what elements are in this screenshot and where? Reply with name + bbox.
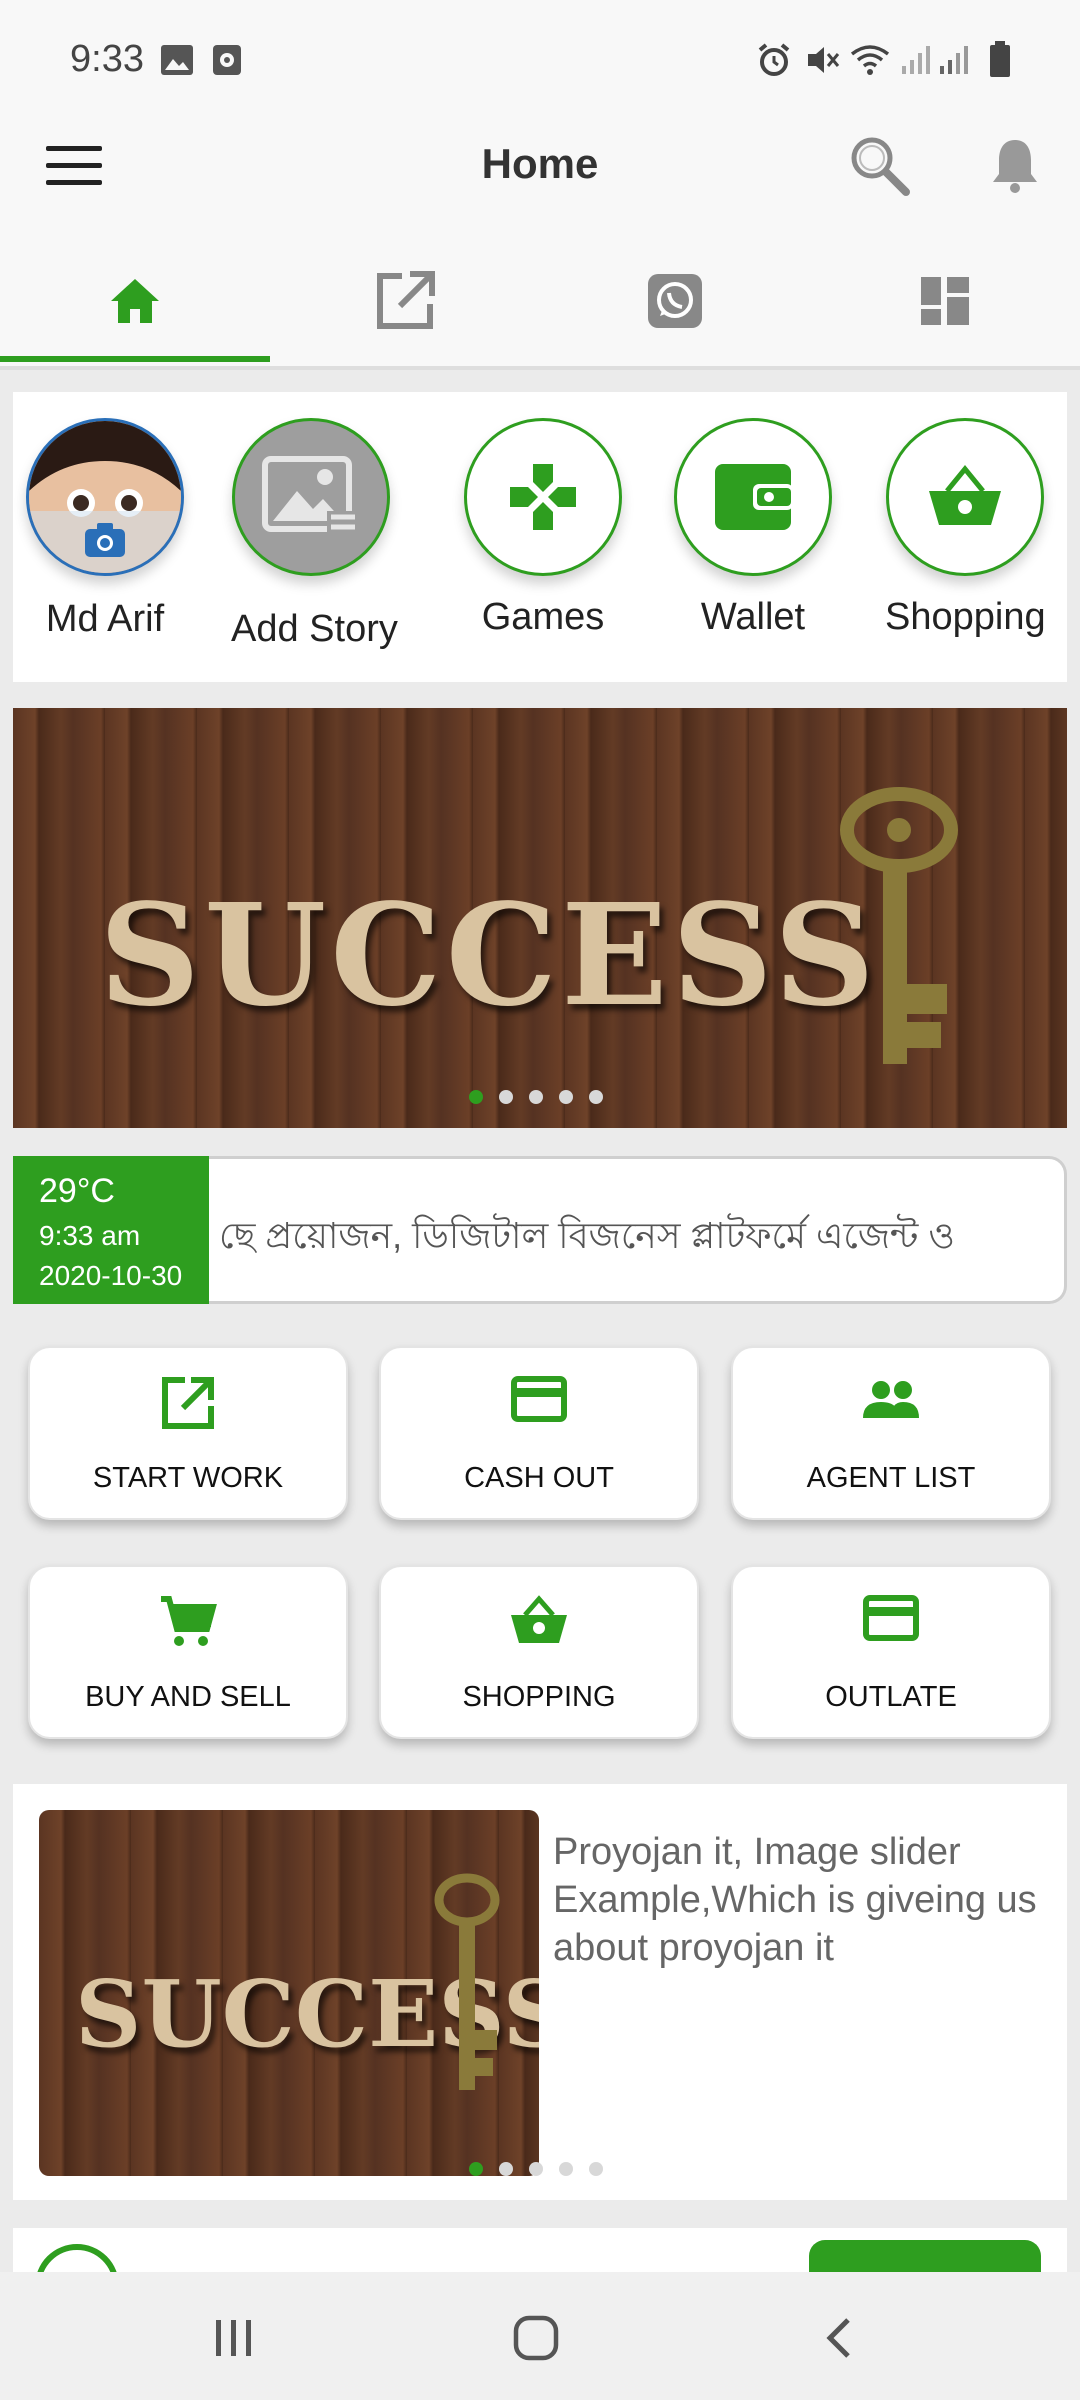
- system-nav-bar: [0, 2272, 1080, 2400]
- slider-dot[interactable]: [529, 1090, 543, 1104]
- action-label: BUY AND SELL: [85, 1681, 291, 1713]
- tab-home[interactable]: [0, 236, 270, 366]
- back-icon[interactable]: [824, 2316, 854, 2360]
- agent-list-button[interactable]: AGENT LIST: [731, 1346, 1051, 1520]
- slider-dot[interactable]: [559, 1090, 573, 1104]
- story-profile[interactable]: Md Arif: [25, 418, 185, 641]
- credit-card-icon: [863, 1595, 919, 1641]
- story-add[interactable]: Add Story: [231, 418, 398, 651]
- weather-box: 29°C 9:33 am 2020-10-30: [13, 1156, 209, 1304]
- search-icon[interactable]: [846, 132, 912, 198]
- story-label: Md Arif: [45, 598, 165, 640]
- open-in-new-icon: [377, 271, 435, 329]
- news-ticker[interactable]: ছে প্রয়োজন, ডিজিটাল বিজনেস প্লাটফর্মে এ…: [209, 1156, 1067, 1304]
- stories-card: Md Arif Add Story Games Wallet Shopping: [13, 392, 1067, 682]
- camera-icon[interactable]: [83, 521, 127, 559]
- cash-out-button[interactable]: CASH OUT: [379, 1346, 699, 1520]
- action-label: CASH OUT: [464, 1462, 614, 1494]
- dashboard-icon: [921, 277, 969, 325]
- image-slider[interactable]: SUCCESS: [13, 708, 1067, 1128]
- story-games[interactable]: Games: [463, 418, 623, 639]
- slider-dot[interactable]: [499, 1090, 513, 1104]
- basket-icon: [929, 465, 1001, 525]
- tab-whatsapp[interactable]: [540, 236, 810, 366]
- outlate-button[interactable]: OUTLATE: [731, 1565, 1051, 1739]
- signal-icon-2: [940, 46, 968, 74]
- key-image: [434, 1873, 500, 2090]
- credit-card-icon: [511, 1376, 567, 1422]
- weather-bar: 29°C 9:33 am 2020-10-30 ছে প্রয়োজন, ডিজ…: [13, 1156, 1067, 1304]
- tab-dashboard[interactable]: [810, 236, 1080, 366]
- basket-icon: [511, 1595, 567, 1643]
- key-image: [840, 787, 958, 1064]
- image-icon: [262, 456, 357, 533]
- battery-icon: [990, 41, 1010, 77]
- current-date: 2020-10-30: [39, 1260, 183, 1291]
- story-label: Games: [481, 596, 605, 638]
- slider-dot[interactable]: [469, 2162, 483, 2176]
- news-slider-card[interactable]: SUCCESS Proyojan it, Image slider Exampl…: [13, 1784, 1067, 2200]
- buy-and-sell-button[interactable]: BUY AND SELL: [28, 1565, 348, 1739]
- start-work-button[interactable]: START WORK: [28, 1346, 348, 1520]
- screen-recorder-icon: [213, 45, 241, 75]
- action-label: AGENT LIST: [806, 1462, 976, 1494]
- slider-dot[interactable]: [529, 2162, 543, 2176]
- status-bar: 9:33: [0, 0, 1080, 126]
- banner-text: SUCCESS: [99, 874, 879, 1038]
- slider-dot[interactable]: [589, 2162, 603, 2176]
- story-label: Wallet: [700, 596, 806, 638]
- story-label: Shopping: [885, 596, 1046, 638]
- tab-bar: [0, 236, 1080, 370]
- news-image: SUCCESS: [39, 1810, 539, 2176]
- status-time: 9:33: [70, 38, 144, 80]
- wifi-icon: [850, 45, 890, 75]
- home-nav-icon[interactable]: [512, 2314, 560, 2362]
- whatsapp-icon: [648, 274, 702, 328]
- page-title: Home: [481, 140, 599, 187]
- wallet-icon: [715, 464, 793, 530]
- slider-dot[interactable]: [589, 1090, 603, 1104]
- slider-dots: [469, 2162, 603, 2176]
- mute-icon: [808, 47, 840, 73]
- news-description: Proyojan it, Image slider Example,Which …: [553, 1831, 1037, 1969]
- cart-icon: [161, 1596, 217, 1646]
- gallery-notification-icon: [161, 45, 193, 75]
- slider-dot[interactable]: [469, 1090, 483, 1104]
- notification-bell-icon[interactable]: [990, 136, 1040, 194]
- home-icon: [111, 279, 159, 323]
- shopping-button[interactable]: SHOPPING: [379, 1565, 699, 1739]
- current-time: 9:33 am: [39, 1220, 141, 1251]
- action-label: SHOPPING: [462, 1681, 616, 1713]
- slider-dot[interactable]: [559, 2162, 573, 2176]
- signal-icon-1: [902, 46, 930, 74]
- active-tab-indicator: [0, 356, 270, 362]
- story-shopping[interactable]: Shopping: [885, 418, 1046, 639]
- tab-share[interactable]: [270, 236, 540, 366]
- slider-dots: [469, 1090, 603, 1104]
- action-label: OUTLATE: [825, 1681, 957, 1713]
- avatar: [26, 418, 184, 576]
- gamepad-icon: [510, 464, 576, 530]
- open-in-new-icon: [162, 1377, 214, 1429]
- people-icon: [863, 1381, 919, 1418]
- slider-dot[interactable]: [499, 2162, 513, 2176]
- story-wallet[interactable]: Wallet: [673, 418, 833, 639]
- ticker-text: ছে প্রয়োজন, ডিজিটাল বিজনেস প্লাটফর্মে এ…: [219, 1215, 955, 1256]
- alarm-icon: [758, 43, 790, 76]
- temperature: 29°C: [39, 1172, 115, 1210]
- story-label: Add Story: [231, 608, 398, 650]
- action-label: START WORK: [92, 1462, 284, 1494]
- recent-apps-icon[interactable]: [212, 2316, 256, 2360]
